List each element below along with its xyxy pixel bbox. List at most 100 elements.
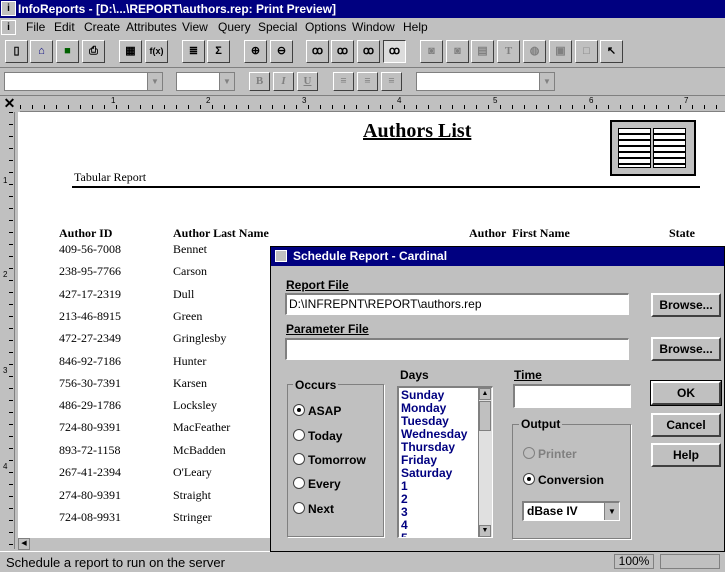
scroll-left-icon[interactable]: ◀ xyxy=(18,538,30,550)
preview-glasses-icon[interactable]: ꝏ xyxy=(306,40,329,63)
style-combo[interactable]: ▼ xyxy=(416,72,555,91)
occurs-next-radio[interactable]: Next xyxy=(293,502,334,516)
occurs-today-radio[interactable]: Today xyxy=(293,429,342,443)
menu-view[interactable]: View xyxy=(182,20,208,34)
days-label: Days xyxy=(400,368,429,382)
system-menu-icon[interactable]: i xyxy=(1,1,16,16)
report-file-label: Report File xyxy=(286,278,349,292)
text-tool-icon[interactable]: T xyxy=(497,40,520,63)
align-left-icon[interactable]: ≡ xyxy=(333,72,354,91)
list-item[interactable]: Monday xyxy=(401,401,446,415)
dialog-title: Schedule Report - Cardinal xyxy=(293,249,448,263)
browse-report-button[interactable]: Browse... xyxy=(651,293,721,317)
menu-create[interactable]: Create xyxy=(84,20,120,34)
chevron-down-icon[interactable]: ▼ xyxy=(539,73,554,90)
dialog-title-bar[interactable]: Schedule Report - Cardinal xyxy=(271,247,724,266)
list-item[interactable]: 4 xyxy=(401,518,408,532)
list-item[interactable]: 5 xyxy=(401,531,408,537)
scroll-up-icon[interactable]: ▲ xyxy=(479,388,491,400)
table-row-id: 472-27-2349 xyxy=(59,331,121,345)
list-item[interactable]: 1 xyxy=(401,479,408,493)
scroll-down-icon[interactable]: ▼ xyxy=(479,525,491,537)
print-preview-icon[interactable]: ꝏ xyxy=(383,40,406,63)
open-folder-icon[interactable]: ⌂ xyxy=(30,40,53,63)
bold-button[interactable]: B xyxy=(249,72,270,91)
menu-attributes[interactable]: Attributes xyxy=(126,20,177,34)
table-row-id: 238-95-7766 xyxy=(59,264,121,278)
time-input[interactable] xyxy=(513,384,631,408)
browse-parameter-button[interactable]: Browse... xyxy=(651,337,721,361)
ok-button[interactable]: OK xyxy=(650,380,722,406)
zoom-level: 100% xyxy=(614,554,654,569)
table-view-icon[interactable]: ▦ xyxy=(119,40,142,63)
output-conversion-radio[interactable]: Conversion xyxy=(523,473,604,487)
list-item[interactable]: Saturday xyxy=(401,466,452,480)
box-tool-icon[interactable]: □ xyxy=(575,40,598,63)
list-item[interactable]: Tuesday xyxy=(401,414,449,428)
menu-help[interactable]: Help xyxy=(403,20,428,34)
help-button[interactable]: Help xyxy=(651,443,721,467)
list-item[interactable]: Wednesday xyxy=(401,427,467,441)
list-item[interactable]: Sunday xyxy=(401,388,444,402)
formula-icon[interactable]: f(x) xyxy=(145,40,168,63)
window-title-bar[interactable]: i InfoReports - [D:\...\REPORT\authors.r… xyxy=(0,0,725,18)
parameter-file-input[interactable] xyxy=(285,338,629,360)
menu-query[interactable]: Query xyxy=(218,20,251,34)
status-message: Schedule a report to run on the server xyxy=(6,555,225,570)
table-row-id: 427-17-2319 xyxy=(59,287,121,301)
align-right-icon[interactable]: ≡ xyxy=(381,72,402,91)
font-size-combo[interactable]: ▼ xyxy=(176,72,235,91)
font-name-combo[interactable]: ▼ xyxy=(4,72,163,91)
menu-window[interactable]: Window xyxy=(352,20,395,34)
occurs-asap-radio[interactable]: ASAP xyxy=(293,404,341,418)
format-select[interactable]: dBase IV ▼ xyxy=(522,501,620,521)
dialog-system-menu-icon[interactable] xyxy=(275,250,287,262)
scroll-thumb[interactable] xyxy=(479,401,491,431)
list-item[interactable]: 2 xyxy=(401,492,408,506)
radio-label: ASAP xyxy=(308,404,342,418)
italic-button[interactable]: I xyxy=(273,72,294,91)
ruler-corner-close-icon[interactable]: ✕ xyxy=(0,96,19,111)
print-icon[interactable]: ⎙ xyxy=(82,40,105,63)
chevron-down-icon[interactable]: ▼ xyxy=(604,503,619,520)
preview-glasses-3-icon[interactable]: ꝏ xyxy=(357,40,380,63)
vertical-ruler[interactable]: 1 2 3 4 xyxy=(0,112,15,549)
days-scrollbar[interactable]: ▲ ▼ xyxy=(478,388,492,537)
database-icon[interactable]: ◙ xyxy=(420,40,443,63)
align-center-icon[interactable]: ≡ xyxy=(357,72,378,91)
picture-tool-icon[interactable]: ▣ xyxy=(549,40,572,63)
field-icon[interactable]: ▤ xyxy=(471,40,494,63)
menu-edit[interactable]: Edit xyxy=(54,20,75,34)
list-item[interactable]: Thursday xyxy=(401,440,455,454)
list-item[interactable]: 3 xyxy=(401,505,408,519)
occurs-every-radio[interactable]: Every xyxy=(293,477,341,491)
sum-icon[interactable]: Σ xyxy=(207,40,230,63)
new-file-icon[interactable]: ▯ xyxy=(5,40,28,63)
horizontal-ruler[interactable]: 1 2 3 4 5 6 7 xyxy=(20,96,725,112)
radio-label: Every xyxy=(308,477,341,491)
underline-button[interactable]: U xyxy=(297,72,318,91)
cancel-button[interactable]: Cancel xyxy=(651,413,721,437)
pointer-arrow-icon[interactable]: ↖ xyxy=(600,40,623,63)
ruler-mark: 4 xyxy=(3,462,8,471)
radio-label: Next xyxy=(308,502,335,516)
menu-options[interactable]: Options xyxy=(305,20,346,34)
chevron-down-icon[interactable]: ▼ xyxy=(147,73,162,90)
occurs-tomorrow-radio[interactable]: Tomorrow xyxy=(293,453,366,467)
database-2-icon[interactable]: ◙ xyxy=(446,40,469,63)
zoom-out-icon[interactable]: ⊖ xyxy=(270,40,293,63)
menu-special[interactable]: Special xyxy=(258,20,297,34)
list-icon[interactable]: ≣ xyxy=(182,40,205,63)
zoom-in-icon[interactable]: ⊕ xyxy=(244,40,267,63)
report-file-input[interactable]: D:\INFREPNT\REPORT\authors.rep xyxy=(285,293,629,315)
chevron-down-icon[interactable]: ▼ xyxy=(219,73,234,90)
days-listbox[interactable]: Sunday Monday Tuesday Wednesday Thursday… xyxy=(397,386,493,538)
save-disk-icon[interactable]: ■ xyxy=(56,40,79,63)
preview-glasses-2-icon[interactable]: ꝏ xyxy=(331,40,354,63)
list-item[interactable]: Friday xyxy=(401,453,437,467)
chart-tool-icon[interactable]: ◍ xyxy=(523,40,546,63)
horizontal-scrollbar[interactable]: ◀ xyxy=(18,538,278,550)
title-divider xyxy=(72,186,700,188)
document-system-icon[interactable]: i xyxy=(1,20,16,35)
menu-file[interactable]: File xyxy=(26,20,45,34)
